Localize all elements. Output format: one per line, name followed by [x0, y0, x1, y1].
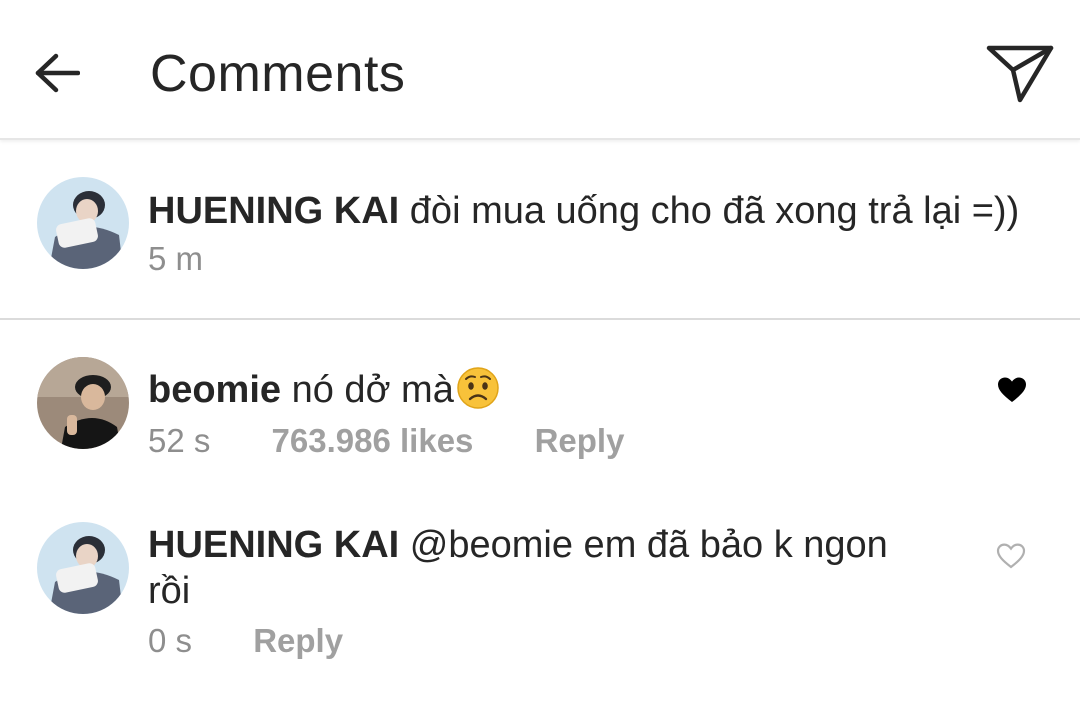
caption-username[interactable]: HUENING KAI: [148, 190, 399, 232]
page-title: Comments: [150, 45, 406, 103]
reply-button[interactable]: Reply: [535, 422, 625, 460]
comment-body-line2: rồi: [148, 570, 191, 612]
avatar[interactable]: [37, 177, 129, 269]
avatar[interactable]: [37, 522, 129, 614]
comment-username[interactable]: HUENING KAI: [148, 524, 399, 566]
caption-meta: 5 m: [148, 240, 203, 278]
comment-text: HUENING KAI @beomie em đã bảo k ngon rồi: [148, 522, 968, 614]
comment-text: beomie nó dở mà: [148, 366, 968, 413]
post-caption: HUENING KAI đòi mua uống cho đã xong trả…: [0, 140, 1080, 320]
comment-time: 52 s: [148, 422, 211, 459]
comment-body: nó dở mà: [291, 369, 454, 411]
caption-time: 5 m: [148, 240, 204, 277]
avatar[interactable]: [37, 357, 129, 449]
comment-username[interactable]: beomie: [148, 369, 281, 411]
share-button[interactable]: [980, 36, 1060, 110]
comment-meta: 52 s 763.986 likes Reply: [148, 422, 624, 460]
comment-body-line1: @beomie em đã bảo k ngon: [409, 524, 888, 566]
back-button[interactable]: [22, 38, 92, 108]
comment-meta: 0 s Reply: [148, 622, 343, 660]
reply-button[interactable]: Reply: [253, 622, 343, 660]
caption-text: HUENING KAI đòi mua uống cho đã xong trả…: [148, 188, 1068, 234]
like-button[interactable]: [992, 370, 1032, 410]
header-bar: Comments: [0, 0, 1080, 140]
send-icon: [986, 45, 1054, 103]
likes-count[interactable]: 763.986 likes: [272, 422, 474, 460]
comment-time: 0 s: [148, 622, 193, 659]
heart-filled-icon: [998, 377, 1026, 402]
worried-face-icon: [457, 367, 499, 409]
comments-screen: Comments HUENING KAI đòi mua uống cho đã…: [0, 0, 1080, 716]
back-arrow-icon: [35, 53, 80, 93]
heart-outline-icon: [996, 543, 1026, 569]
like-button[interactable]: [991, 536, 1031, 576]
caption-body: đòi mua uống cho đã xong trả lại =)): [409, 190, 1020, 232]
